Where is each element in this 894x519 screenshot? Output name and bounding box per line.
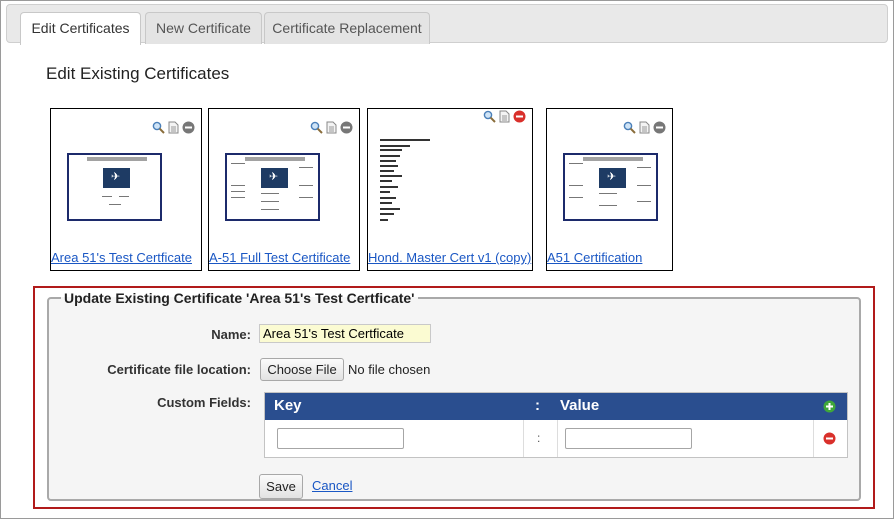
tab-certificate-replacement[interactable]: Certificate Replacement xyxy=(264,12,430,44)
name-label: Name: xyxy=(211,327,251,342)
magnifier-icon[interactable] xyxy=(623,121,636,134)
minus-circle-icon[interactable] xyxy=(513,110,526,123)
plus-circle-icon[interactable] xyxy=(823,400,836,413)
minus-circle-icon[interactable] xyxy=(823,432,836,445)
custom-fields-table: Key : Value : xyxy=(264,392,848,458)
cancel-link[interactable]: Cancel xyxy=(312,478,352,493)
card-actions xyxy=(310,121,353,134)
document-icon[interactable] xyxy=(638,121,651,134)
key-header: Key xyxy=(274,397,302,414)
tab-bar: Edit Certificates New Certificate Certif… xyxy=(6,4,888,45)
value-input[interactable] xyxy=(565,428,692,449)
tab-new-certificate[interactable]: New Certificate xyxy=(145,12,262,44)
document-thumbnail xyxy=(380,139,440,229)
custom-fields-label: Custom Fields: xyxy=(157,395,251,410)
certificate-link[interactable]: Area 51's Test Certficate xyxy=(51,250,192,265)
document-icon[interactable] xyxy=(498,110,511,123)
save-button[interactable]: Save xyxy=(259,474,303,499)
tab-edit-certificates[interactable]: Edit Certificates xyxy=(20,12,141,45)
table-row: : xyxy=(265,420,847,457)
certificate-thumbnail xyxy=(67,153,162,221)
card-actions xyxy=(152,121,195,134)
magnifier-icon[interactable] xyxy=(152,121,165,134)
document-icon[interactable] xyxy=(325,121,338,134)
card-actions xyxy=(483,110,526,123)
separator-header: : xyxy=(535,397,540,414)
certificate-card: Area 51's Test Certficate xyxy=(50,108,202,271)
section-title: Edit Existing Certificates xyxy=(46,64,230,83)
magnifier-icon[interactable] xyxy=(310,121,323,134)
certificate-thumbnail xyxy=(563,153,658,221)
magnifier-icon[interactable] xyxy=(483,110,496,123)
file-status: No file chosen xyxy=(348,362,431,377)
file-location-label: Certificate file location: xyxy=(107,362,251,377)
document-icon[interactable] xyxy=(167,121,180,134)
certificate-thumbnail xyxy=(225,153,320,221)
certificate-card: Hond. Master Cert v1 (copy) xyxy=(367,108,533,271)
name-input[interactable] xyxy=(259,324,431,343)
update-certificate-form: Update Existing Certificate 'Area 51's T… xyxy=(47,290,861,501)
certificate-card: A51 Certification xyxy=(546,108,673,271)
minus-circle-icon[interactable] xyxy=(182,121,195,134)
row-separator: : xyxy=(537,431,541,445)
card-actions xyxy=(623,121,666,134)
custom-fields-header: Key : Value xyxy=(265,393,847,420)
minus-circle-icon[interactable] xyxy=(653,121,666,134)
certificate-link[interactable]: A-51 Full Test Certificate xyxy=(209,250,350,265)
certificate-link[interactable]: Hond. Master Cert v1 (copy) xyxy=(368,250,531,265)
minus-circle-icon[interactable] xyxy=(340,121,353,134)
form-legend: Update Existing Certificate 'Area 51's T… xyxy=(64,290,415,306)
choose-file-button[interactable]: Choose File xyxy=(260,358,344,381)
update-panel-highlight: Update Existing Certificate 'Area 51's T… xyxy=(33,286,875,509)
certificate-link[interactable]: A51 Certification xyxy=(547,250,642,265)
certificate-card: A-51 Full Test Certificate xyxy=(208,108,360,271)
key-input[interactable] xyxy=(277,428,404,449)
value-header: Value xyxy=(560,397,600,414)
